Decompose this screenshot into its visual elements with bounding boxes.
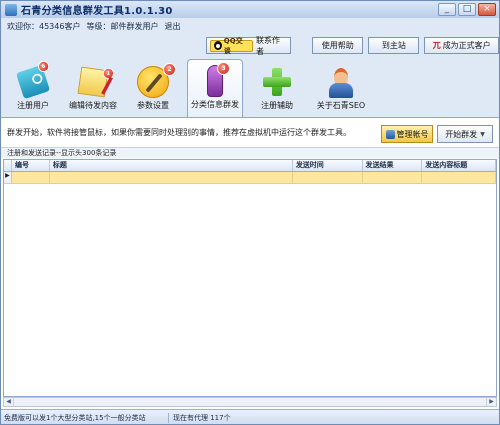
scroll-left-icon[interactable]: ◀ bbox=[4, 398, 14, 406]
records-table[interactable]: 编号 标题 发送时间 发送结果 发送内容标题 ▶ bbox=[3, 159, 497, 397]
tool-label: 注册用户 bbox=[17, 101, 49, 110]
manage-accounts-label: 管理帐号 bbox=[396, 129, 429, 139]
qq-penguin-icon bbox=[214, 41, 222, 50]
table-cell[interactable] bbox=[422, 172, 496, 184]
register-icon: 兀 bbox=[432, 41, 441, 50]
count-badge: 2 bbox=[163, 63, 176, 76]
table-cell[interactable] bbox=[49, 172, 293, 184]
status-proxy-count: 现在有代理 117个 bbox=[173, 413, 231, 422]
tool-label: 分类信息群发 bbox=[191, 100, 239, 109]
row-indicator-icon: ▶ bbox=[4, 172, 12, 184]
table-cell[interactable] bbox=[11, 172, 50, 184]
tool-edit-content[interactable]: 1 编辑待发内容 bbox=[65, 61, 121, 116]
become-customer-label: 成为正式客户 bbox=[442, 41, 491, 50]
tool-settings[interactable]: 2 参数设置 bbox=[125, 61, 181, 116]
table-row[interactable]: ▶ bbox=[4, 172, 496, 184]
maximize-button[interactable]: □ bbox=[458, 3, 476, 16]
scroll-track[interactable] bbox=[14, 398, 486, 406]
count-badge: 3 bbox=[217, 62, 230, 75]
plus-icon bbox=[261, 66, 293, 98]
contact-author-button[interactable]: QQ交谈 联系作者 bbox=[206, 35, 292, 56]
table-cell[interactable] bbox=[292, 172, 363, 184]
help-button[interactable]: 使用帮助 bbox=[312, 37, 364, 54]
status-bar: 免费版可以发1个大型分类站,15个一般分类站 现在有代理 117个 bbox=[1, 409, 499, 424]
mic-icon: 3 bbox=[207, 62, 230, 97]
person-icon bbox=[325, 66, 357, 98]
title-bar: 石青分类信息群发工具1.0.1.30 _ □ × bbox=[1, 1, 499, 18]
records-label: 注册和发送记录--显示头300条记录 bbox=[1, 148, 499, 158]
account-icon bbox=[385, 129, 395, 139]
app-icon bbox=[5, 3, 17, 16]
tool-register-helper[interactable]: 注册辅助 bbox=[249, 61, 305, 116]
tool-mass-post[interactable]: 3 分类信息群发 bbox=[187, 59, 243, 117]
app-window: 石青分类信息群发工具1.0.1.30 _ □ × 欢迎你：45346客户 等级：… bbox=[0, 0, 500, 425]
status-license: 免费版可以发1个大型分类站,15个一般分类站 bbox=[1, 412, 169, 423]
note-icon: 1 bbox=[77, 66, 115, 98]
top-button-row: QQ交谈 联系作者 使用帮助 到主站 兀 成为正式客户 bbox=[206, 35, 499, 56]
horizontal-scrollbar[interactable]: ◀ ▶ bbox=[3, 397, 497, 407]
start-posting-label: 开始群发 bbox=[445, 129, 478, 139]
home-site-button[interactable]: 到主站 bbox=[368, 37, 420, 54]
qq-chat-badge: QQ交谈 bbox=[210, 37, 254, 55]
table-cell[interactable] bbox=[362, 172, 423, 184]
wrench-icon: 2 bbox=[137, 63, 176, 98]
window-controls: _ □ × bbox=[438, 3, 496, 16]
count-badge: 6 bbox=[36, 59, 51, 74]
qq-chat-label: QQ交谈 bbox=[223, 36, 243, 55]
logout-link[interactable]: 退出 bbox=[164, 21, 180, 32]
tool-label: 参数设置 bbox=[137, 101, 169, 110]
tool-about[interactable]: 关于石青SEO bbox=[313, 61, 369, 116]
column-header-title[interactable]: 标题 bbox=[50, 160, 293, 171]
scroll-right-icon[interactable]: ▶ bbox=[486, 398, 496, 406]
count-badge: 1 bbox=[102, 67, 115, 80]
column-header-send-result[interactable]: 发送结果 bbox=[363, 160, 423, 171]
minimize-button[interactable]: _ bbox=[438, 3, 456, 16]
level-text: 等级：邮件群发用户 bbox=[86, 22, 159, 31]
content-panel: 群发开始，软件将接管鼠标，如果你需要同时处理别的事情，推荐在虚拟机中运行这个群发… bbox=[1, 117, 499, 409]
column-header-send-time[interactable]: 发送时间 bbox=[293, 160, 363, 171]
panel-header: 群发开始，软件将接管鼠标，如果你需要同时处理别的事情，推荐在虚拟机中运行这个群发… bbox=[1, 118, 499, 148]
close-button[interactable]: × bbox=[478, 3, 496, 16]
column-header-number[interactable]: 编号 bbox=[12, 160, 50, 171]
user-info-bar: 欢迎你：45346客户 等级：邮件群发用户 退出 bbox=[1, 18, 499, 35]
row-header-corner bbox=[4, 160, 12, 171]
column-header-content-title[interactable]: 发送内容标题 bbox=[422, 160, 496, 171]
start-posting-button[interactable]: 开始群发 ▼ bbox=[437, 125, 493, 143]
tool-register-user[interactable]: 6 注册用户 bbox=[5, 59, 61, 116]
table-header-row: 编号 标题 发送时间 发送结果 发送内容标题 bbox=[4, 160, 496, 172]
chevron-down-icon[interactable]: ▼ bbox=[480, 131, 485, 138]
welcome-text: 欢迎你：45346客户 bbox=[7, 22, 81, 31]
tool-label: 关于石青SEO bbox=[316, 101, 366, 110]
card-icon: 6 bbox=[15, 59, 51, 100]
main-toolbar: 6 注册用户 1 编辑待发内容 2 参数设置 3 分类信息群发 注册辅助 关于石… bbox=[5, 57, 495, 117]
manage-accounts-button[interactable]: 管理帐号 bbox=[381, 125, 433, 143]
description-text: 群发开始，软件将接管鼠标，如果你需要同时处理别的事情，推荐在虚拟机中运行这个群发… bbox=[7, 128, 351, 137]
tool-label: 编辑待发内容 bbox=[69, 101, 117, 110]
become-customer-button[interactable]: 兀 成为正式客户 bbox=[424, 37, 499, 54]
tool-label: 注册辅助 bbox=[261, 101, 293, 110]
window-title: 石青分类信息群发工具1.0.1.30 bbox=[21, 6, 173, 17]
contact-author-label: 联系作者 bbox=[256, 35, 281, 56]
